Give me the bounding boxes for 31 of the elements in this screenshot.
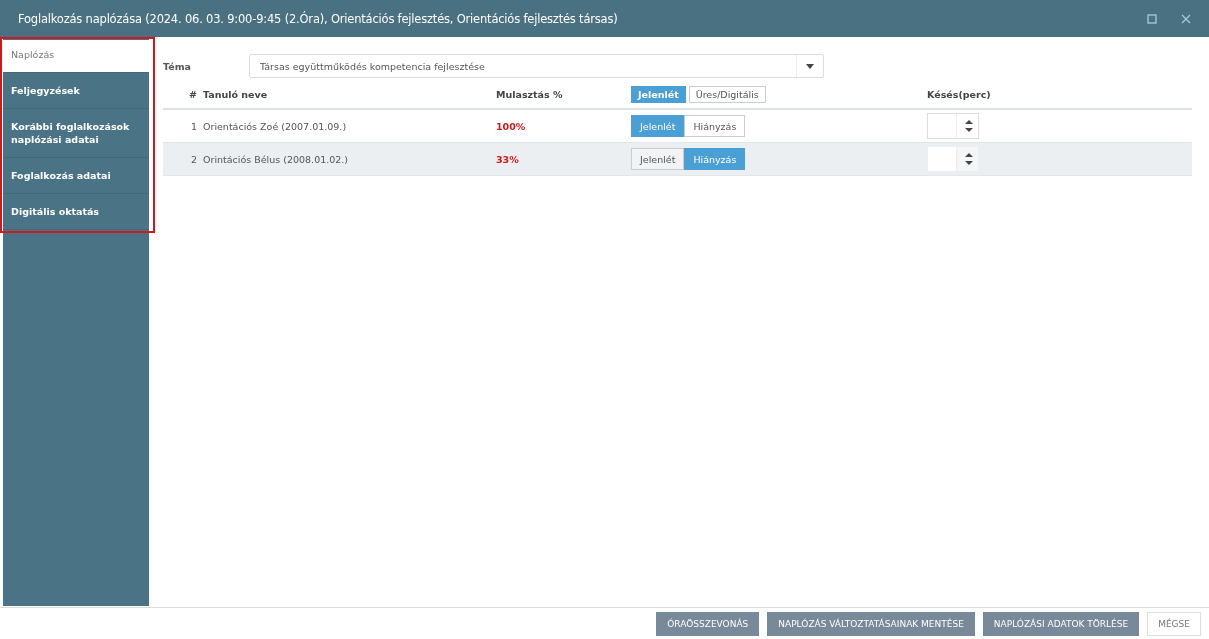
table-cell-text: Orintációs Bélus (2008.01.02.) [203, 153, 350, 165]
toggle-button[interactable]: Jelenlét [631, 115, 685, 137]
column-header: Késés(perc) [927, 88, 991, 100]
table-cell-text: 33% [496, 153, 520, 165]
column-header: Mulasztás % [496, 88, 564, 100]
footer-button[interactable]: NAPLÓZÁS VÁLTOZTATÁSAINAK MENTÉSE [767, 611, 975, 636]
number-input[interactable] [927, 112, 979, 139]
toggle-button[interactable]: Hiányzás [684, 148, 746, 170]
footer-button[interactable]: ÓRAÖSSZEVONÁS [656, 611, 760, 636]
spinner-arrows-icon[interactable] [965, 119, 973, 132]
topic-label: Téma [163, 60, 192, 72]
toggle-button[interactable]: Jelenlét [631, 148, 685, 170]
table-cell-text: 2 [189, 153, 197, 165]
close-icon[interactable] [1181, 13, 1191, 24]
number-input[interactable] [927, 145, 979, 172]
footer-button[interactable]: MÉGSE [1147, 611, 1201, 636]
toggle-button[interactable]: Hiányzás [684, 115, 746, 137]
column-header: Tanuló neve [203, 88, 269, 100]
topic-dropdown[interactable]: Társas együttműködés kompetencia fejlesztése [249, 54, 824, 78]
toggle-button[interactable]: Üres/Digitális [688, 85, 766, 103]
column-header: # [188, 88, 197, 100]
caret-icon [806, 63, 814, 69]
toggle-button[interactable]: Jelenlét [631, 85, 686, 103]
footer-button[interactable]: NAPLÓZÁSI ADATOK TÖRLÉSE [982, 611, 1140, 636]
table-cell-text: 100% [496, 120, 527, 132]
sidebar-tab[interactable]: Naplózás [3, 40, 149, 73]
maximize-icon[interactable] [1147, 13, 1157, 24]
spinner-arrows-icon[interactable] [965, 152, 973, 165]
table-cell-text: 1 [189, 120, 197, 132]
window-title: Foglalkozás naplózása (2024. 06. 03. 9:00-9:45 (2.Óra), Orientációs fejlesztés, Orientációs fejlesztés társas) [18, 11, 618, 26]
table-cell-text: Orientációs Zoé (2007.01.09.) [203, 120, 348, 132]
